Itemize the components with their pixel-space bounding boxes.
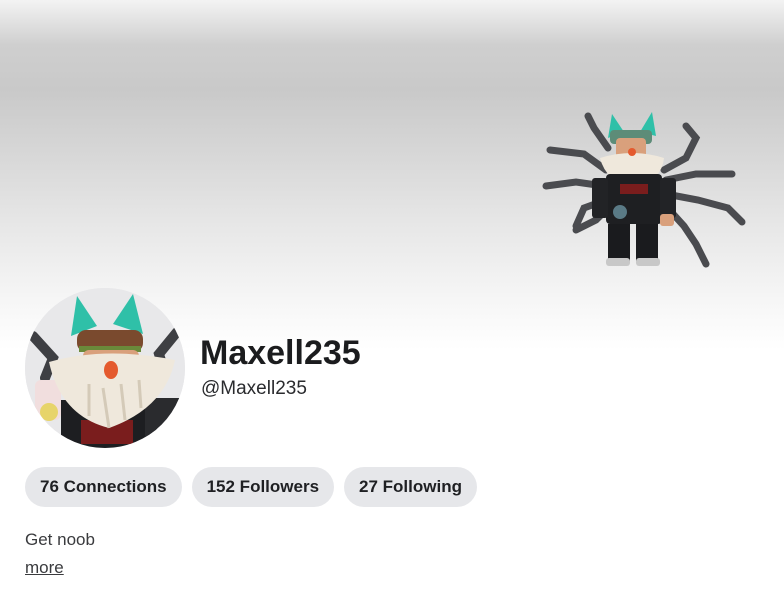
username: @Maxell235 [201,378,307,399]
following-button[interactable]: 27 Following [344,467,477,507]
avatar[interactable] [25,288,185,448]
more-link[interactable]: more [25,557,64,579]
connections-button[interactable]: 76 Connections [25,467,182,507]
display-name: Maxell235 [200,334,361,372]
avatar-headshot-image [25,288,185,448]
banner-avatar-render [542,112,746,268]
bio-text: Get noob [25,530,95,549]
social-stats: 76 Connections 152 Followers 27 Followin… [25,467,477,507]
followers-button[interactable]: 152 Followers [191,467,335,507]
